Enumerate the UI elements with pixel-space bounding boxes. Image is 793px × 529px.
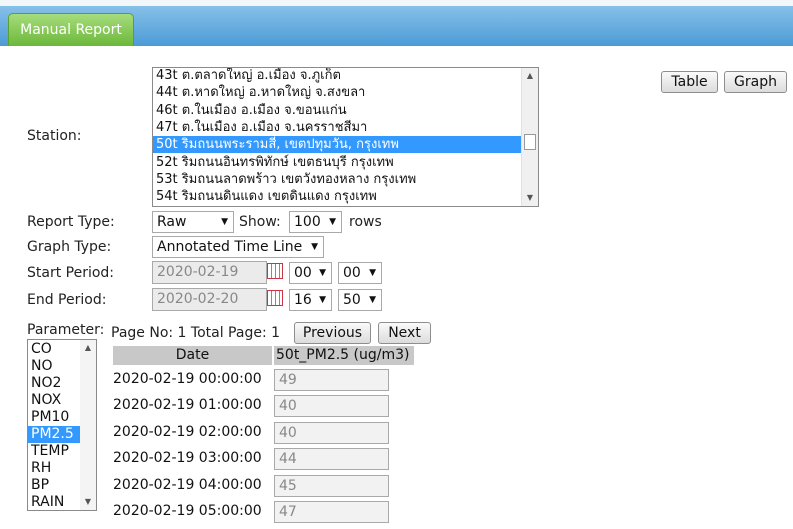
previous-button[interactable]: Previous bbox=[294, 322, 371, 344]
station-option[interactable]: 47t ต.ในเมือง อ.เมือง จ.นครราชสีมา bbox=[153, 119, 523, 136]
rows-value: 100 bbox=[294, 214, 321, 230]
date-cell: 2020-02-19 05:00:00 bbox=[113, 503, 262, 519]
date-cell: 2020-02-19 00:00:00 bbox=[113, 371, 262, 387]
station-option[interactable]: 43t ต.ตลาดใหญ่ อ.เมือง จ.ภูเก็ต bbox=[153, 68, 523, 84]
table-button[interactable]: Table bbox=[661, 71, 718, 93]
scroll-down-icon[interactable]: ▼ bbox=[522, 190, 538, 206]
end-minute-select[interactable]: 50 ▼ bbox=[338, 289, 382, 311]
graph-button[interactable]: Graph bbox=[724, 71, 787, 93]
rows-label: rows bbox=[349, 214, 382, 230]
value-cell[interactable]: 44 bbox=[274, 448, 389, 471]
end-date-input[interactable]: 2020-02-20 bbox=[152, 288, 267, 311]
station-option[interactable]: 53t ริมถนนลาดพร้าว เขตวังทองหลาง กรุงเทพ bbox=[153, 171, 523, 188]
station-option[interactable]: 50t ริมถนนพระรามสี่, เขตปทุมวัน, กรุงเทพ bbox=[153, 135, 524, 155]
value-cell[interactable]: 40 bbox=[274, 421, 389, 444]
parameter-option[interactable]: NO2 bbox=[28, 375, 80, 392]
chevron-down-icon: ▼ bbox=[221, 217, 228, 227]
value-cell[interactable]: 45 bbox=[274, 474, 389, 497]
start-minute-select[interactable]: 00 ▼ bbox=[338, 262, 382, 284]
station-scrollbar[interactable]: ▲ ▼ bbox=[521, 68, 538, 206]
parameter-option[interactable]: CO bbox=[28, 341, 80, 358]
parameter-label: Parameter: bbox=[27, 322, 105, 338]
column-header-date: Date bbox=[113, 346, 272, 365]
value-cell[interactable]: 47 bbox=[274, 501, 389, 523]
parameter-option[interactable]: RAIN bbox=[28, 494, 80, 510]
scroll-thumb[interactable] bbox=[524, 134, 536, 150]
calendar-icon[interactable] bbox=[267, 263, 283, 279]
chevron-down-icon: ▼ bbox=[369, 295, 376, 305]
parameter-option[interactable]: PM2.5 bbox=[28, 426, 80, 443]
report-type-label: Report Type: bbox=[27, 214, 115, 230]
end-period-label: End Period: bbox=[27, 292, 107, 308]
station-option[interactable]: 52t ริมถนนอินทรพิทักษ์ เขตธนบุรี กรุงเทพ bbox=[153, 154, 523, 171]
chevron-down-icon: ▼ bbox=[311, 242, 318, 252]
station-label: Station: bbox=[27, 128, 82, 144]
start-hour-value: 00 bbox=[294, 265, 312, 281]
date-cell: 2020-02-19 01:00:00 bbox=[113, 397, 262, 414]
calendar-icon[interactable] bbox=[267, 290, 283, 306]
tab-manual-report[interactable]: Manual Report bbox=[8, 13, 134, 46]
start-period-label: Start Period: bbox=[27, 265, 115, 281]
scroll-down-icon[interactable]: ▼ bbox=[80, 494, 96, 510]
chevron-down-icon: ▼ bbox=[319, 268, 326, 278]
graph-type-select[interactable]: Annotated Time Line ▼ bbox=[152, 236, 324, 258]
station-option[interactable]: 44t ต.หาดใหญ่ อ.หาดใหญ่ จ.สงขลา bbox=[153, 84, 523, 101]
column-header-value: 50t_PM2.5 (ug/m3) bbox=[274, 346, 414, 365]
value-cell[interactable]: 40 bbox=[274, 395, 389, 418]
header-top-strip bbox=[0, 0, 793, 6]
date-cell: 2020-02-19 04:00:00 bbox=[113, 476, 262, 493]
pagination-text: Page No: 1 Total Page: 1 bbox=[111, 325, 281, 341]
scroll-up-icon[interactable]: ▲ bbox=[522, 68, 538, 84]
chevron-down-icon: ▼ bbox=[329, 217, 336, 227]
start-minute-value: 00 bbox=[343, 265, 361, 281]
report-type-value: Raw bbox=[157, 214, 187, 230]
end-hour-select[interactable]: 16 ▼ bbox=[289, 289, 332, 311]
date-cell: 2020-02-19 02:00:00 bbox=[113, 423, 262, 440]
parameter-option[interactable]: TEMP bbox=[28, 443, 80, 460]
station-option[interactable]: 54t ริมถนนดินแดง เขตดินแดง กรุงเทพ bbox=[153, 188, 523, 205]
graph-type-value: Annotated Time Line bbox=[157, 239, 303, 255]
station-option[interactable]: 46t ต.ในเมือง อ.เมือง จ.ขอนแก่น bbox=[153, 102, 523, 119]
parameter-option[interactable]: NO bbox=[28, 358, 80, 375]
chevron-down-icon: ▼ bbox=[319, 295, 326, 305]
next-button[interactable]: Next bbox=[378, 322, 431, 344]
station-listbox[interactable]: 43t ต.ตลาดใหญ่ อ.เมือง จ.ภูเก็ต 44t ต.หาด… bbox=[152, 67, 539, 207]
parameter-option[interactable]: BP bbox=[28, 477, 80, 494]
end-minute-value: 50 bbox=[343, 292, 361, 308]
show-label: Show: bbox=[239, 214, 281, 230]
start-hour-select[interactable]: 00 ▼ bbox=[289, 262, 332, 284]
date-cell: 2020-02-19 03:00:00 bbox=[113, 450, 262, 467]
end-hour-value: 16 bbox=[294, 292, 312, 308]
value-cell[interactable]: 49 bbox=[274, 369, 389, 391]
parameter-scrollbar[interactable]: ▲ ▼ bbox=[80, 340, 96, 510]
parameter-option[interactable]: PM10 bbox=[28, 409, 80, 426]
scroll-up-icon[interactable]: ▲ bbox=[80, 340, 96, 356]
graph-type-label: Graph Type: bbox=[27, 239, 112, 255]
chevron-down-icon: ▼ bbox=[369, 268, 376, 278]
rows-select[interactable]: 100 ▼ bbox=[289, 211, 342, 233]
start-date-input[interactable]: 2020-02-19 bbox=[152, 261, 267, 284]
parameter-option[interactable]: NOX bbox=[28, 392, 80, 409]
parameter-listbox[interactable]: CO NO NO2 NOX PM10 PM2.5 TEMP RH BP RAIN ▲ ▼ bbox=[27, 339, 97, 511]
parameter-option[interactable]: RH bbox=[28, 460, 80, 477]
report-type-select[interactable]: Raw ▼ bbox=[152, 211, 234, 233]
